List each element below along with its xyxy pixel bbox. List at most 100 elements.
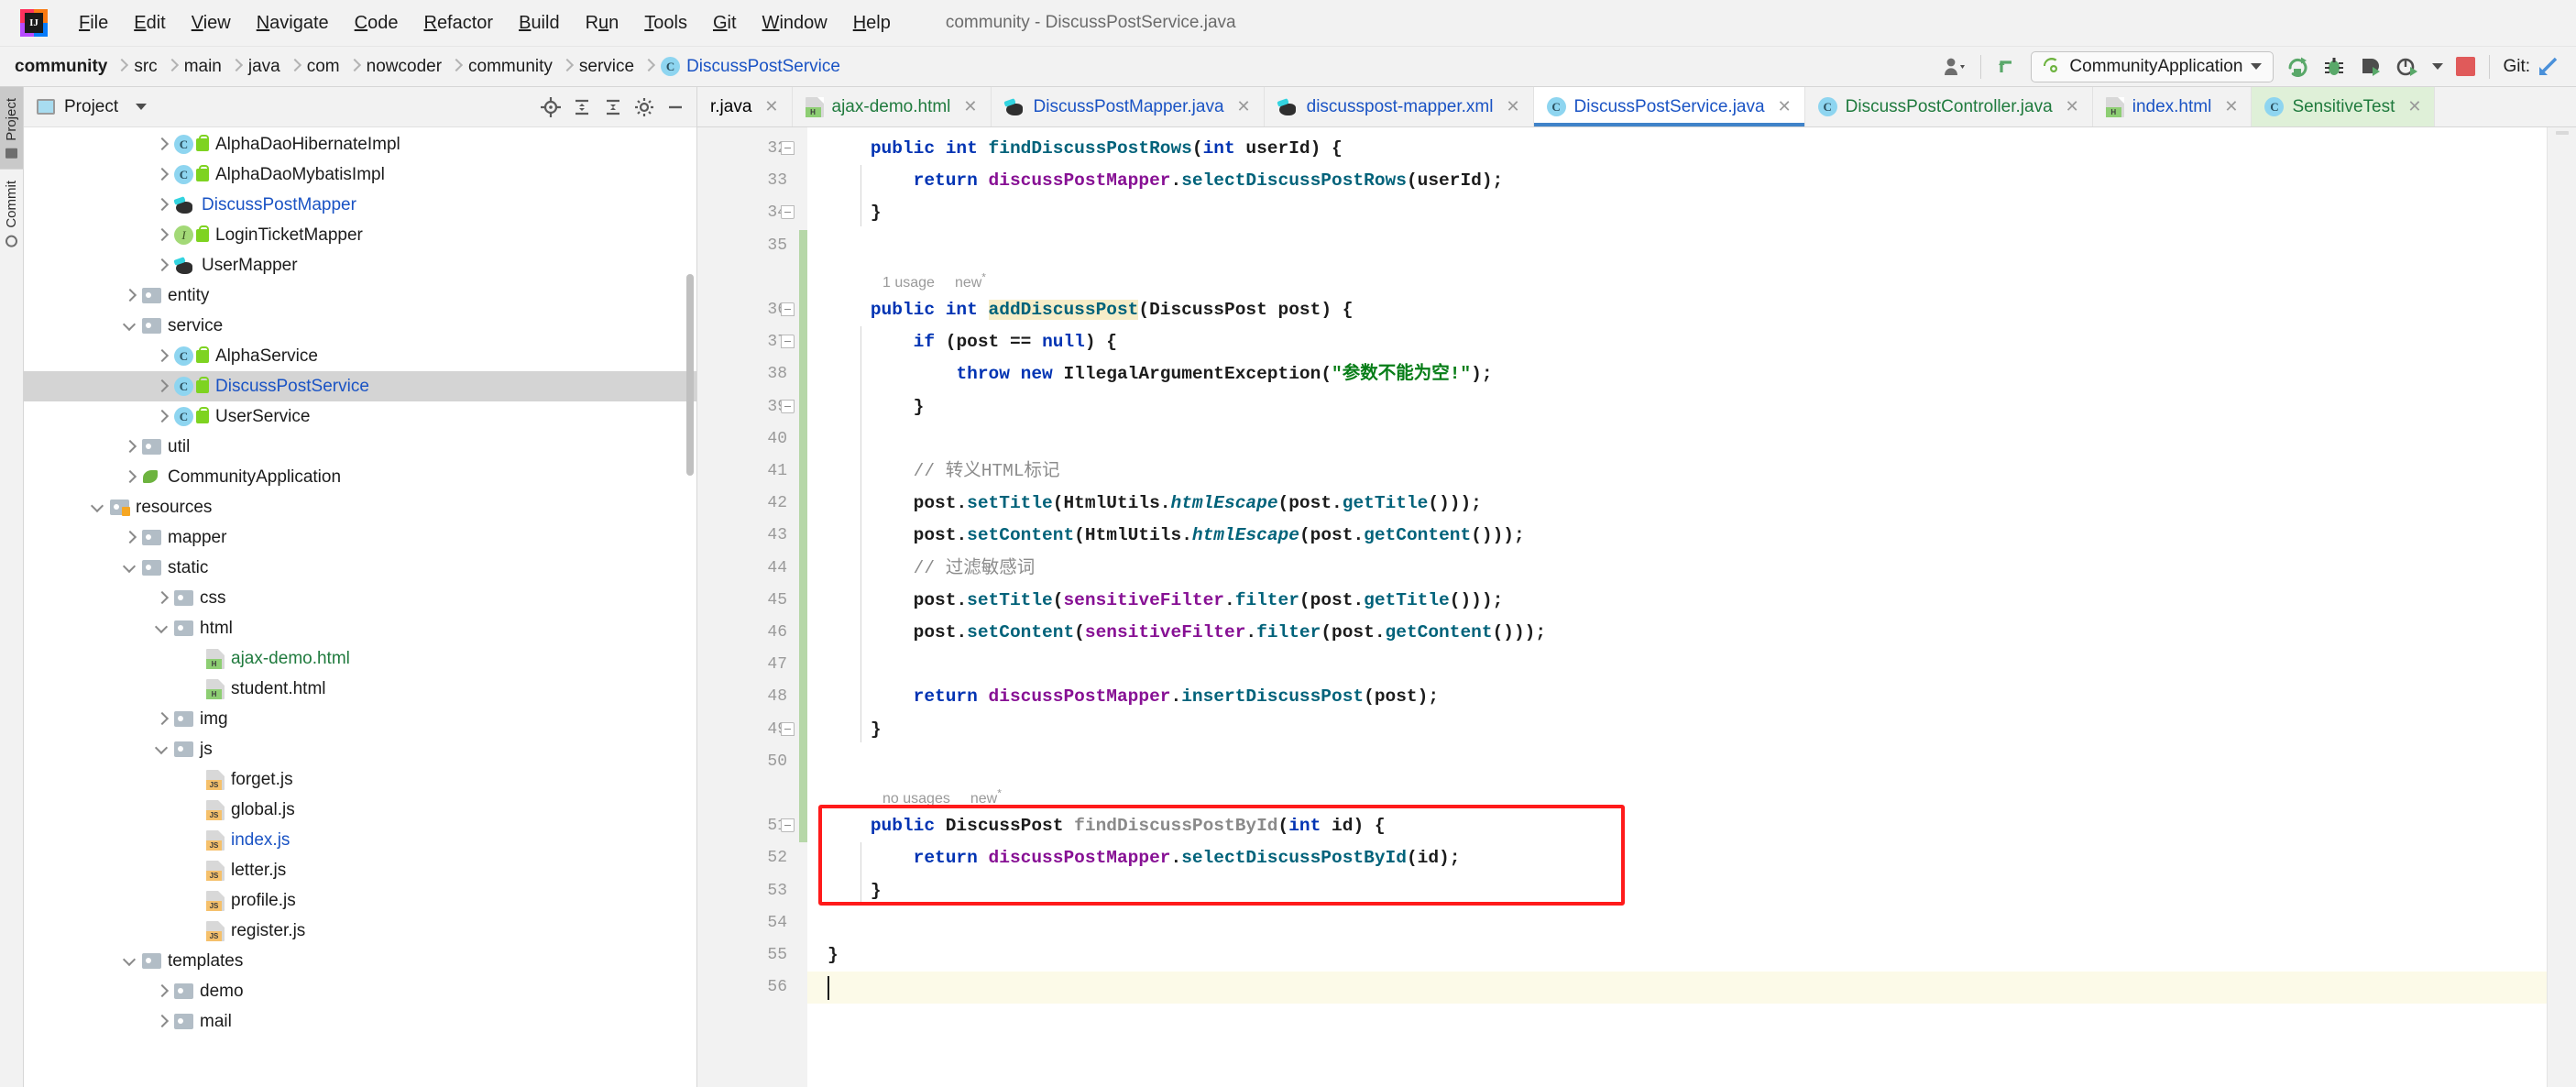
tree-item[interactable]: mail	[24, 1006, 696, 1037]
editor-tab[interactable]: C DiscussPostController.java ✕	[1805, 87, 2093, 126]
line-number[interactable]: 50	[697, 746, 807, 778]
debug-icon[interactable]	[2316, 51, 2352, 82]
line-number[interactable]: 41	[697, 456, 807, 488]
breadcrumb-item-community[interactable]: community	[9, 55, 115, 79]
line-number[interactable]: 55	[697, 939, 807, 972]
tree-item[interactable]: entity	[24, 280, 696, 311]
tree-item[interactable]: I LoginTicketMapper	[24, 220, 696, 250]
line-number[interactable]: 40	[697, 423, 807, 456]
code-editor[interactable]: public int findDiscussPostRows(int userI…	[807, 127, 2547, 1087]
project-tree-scrollbar[interactable]	[686, 274, 694, 476]
editor-tab[interactable]: r.java ✕	[697, 87, 793, 126]
code-line[interactable]: public int findDiscussPostRows(int userI…	[807, 133, 2547, 165]
editor-tab[interactable]: DiscussPostMapper.java ✕	[992, 87, 1265, 126]
code-line[interactable]: // 转义HTML标记	[807, 456, 2547, 488]
tree-item[interactable]: Hstudent.html	[24, 674, 696, 704]
tree-item[interactable]: C DiscussPostService	[24, 371, 696, 401]
tree-item[interactable]: JS index.js	[24, 825, 696, 855]
code-line[interactable]	[807, 649, 2547, 681]
tree-item[interactable]: mapper	[24, 522, 696, 553]
close-icon[interactable]: ✕	[1235, 97, 1253, 116]
code-fold-marker[interactable]	[781, 205, 795, 220]
code-line[interactable]: }	[807, 391, 2547, 423]
tree-item[interactable]: Hajax-demo.html	[24, 643, 696, 674]
code-line[interactable]: return discussPostMapper.insertDiscussPo…	[807, 681, 2547, 713]
chevron-down-icon[interactable]	[120, 316, 140, 336]
code-fold-marker[interactable]	[781, 335, 795, 349]
tree-item[interactable]: JS profile.js	[24, 885, 696, 916]
code-line[interactable]: }	[807, 939, 2547, 972]
code-line[interactable]: }	[807, 875, 2547, 907]
code-line[interactable]: if (post == null) {	[807, 326, 2547, 358]
editor-markup-rail[interactable]	[2547, 127, 2576, 1087]
chevron-down-icon[interactable]	[152, 740, 172, 760]
inlay-hint-row[interactable]: 1 usage new*	[807, 262, 2547, 294]
code-fold-marker[interactable]	[781, 399, 795, 413]
hide-panel-icon[interactable]	[662, 93, 689, 121]
chevron-right-icon[interactable]	[152, 195, 172, 215]
breadcrumb-item-main[interactable]: main	[179, 55, 229, 79]
menu-item-run[interactable]: Run	[573, 9, 632, 38]
chevron-right-icon[interactable]	[152, 1012, 172, 1032]
tree-item[interactable]: UserMapper	[24, 250, 696, 280]
new-hint[interactable]: new*	[970, 787, 1002, 807]
code-line[interactable]	[807, 230, 2547, 262]
close-icon[interactable]: ✕	[762, 97, 780, 116]
breadcrumb-item-com[interactable]: com	[301, 55, 347, 79]
tree-item[interactable]: css	[24, 583, 696, 613]
line-number[interactable]: 44	[697, 553, 807, 585]
breadcrumb-item-src[interactable]: src	[128, 55, 164, 79]
chevron-right-icon[interactable]	[152, 256, 172, 276]
profiler-dropdown-icon[interactable]	[2426, 51, 2450, 82]
tree-item[interactable]: JS register.js	[24, 916, 696, 946]
code-line[interactable]: return discussPostMapper.selectDiscussPo…	[807, 842, 2547, 874]
chevron-right-icon[interactable]	[152, 346, 172, 367]
line-number[interactable]: 47	[697, 649, 807, 681]
chevron-right-icon[interactable]	[152, 407, 172, 427]
tree-item[interactable]: JS forget.js	[24, 764, 696, 795]
tree-item[interactable]: resources	[24, 492, 696, 522]
editor-tab[interactable]: C SensitiveTest ✕	[2252, 87, 2436, 126]
vcs-change-marker[interactable]	[799, 229, 807, 843]
tree-item[interactable]: js	[24, 734, 696, 764]
line-number[interactable]: 52	[697, 842, 807, 874]
usage-hint[interactable]: no usages	[882, 791, 950, 807]
code-fold-marker[interactable]	[781, 721, 795, 736]
editor-gutter[interactable]: 32 33 34 35 36 37 38 39 40 41 42 43 44 45 46 47 48 49 50 51…	[697, 127, 807, 1087]
chevron-right-icon[interactable]	[152, 225, 172, 246]
tree-item[interactable]: C AlphaDaoHibernateImpl	[24, 129, 696, 159]
code-line[interactable]: post.setTitle(sensitiveFilter.filter(pos…	[807, 585, 2547, 617]
line-number[interactable]: 33	[697, 165, 807, 197]
line-number[interactable]: 35	[697, 230, 807, 262]
code-line[interactable]: public DiscussPost findDiscussPostById(i…	[807, 810, 2547, 842]
code-line[interactable]	[807, 746, 2547, 778]
chevron-right-icon[interactable]	[120, 437, 140, 457]
chevron-right-icon[interactable]	[152, 135, 172, 155]
code-line[interactable]: }	[807, 197, 2547, 229]
menu-item-git[interactable]: Git	[700, 9, 750, 38]
collapse-all-icon[interactable]	[599, 93, 627, 121]
chevron-right-icon[interactable]	[152, 982, 172, 1002]
rerun-icon[interactable]	[2279, 51, 2316, 82]
close-icon[interactable]: ✕	[2406, 97, 2423, 116]
line-number[interactable]: 45	[697, 585, 807, 617]
line-number[interactable]: 56	[697, 972, 807, 1004]
chevron-right-icon[interactable]	[120, 528, 140, 548]
run-configuration-selector[interactable]: CommunityApplication	[2031, 50, 2275, 82]
chevron-down-icon[interactable]	[120, 558, 140, 578]
line-number[interactable]: 53	[697, 875, 807, 907]
code-line[interactable]: return discussPostMapper.selectDiscussPo…	[807, 165, 2547, 197]
project-tree[interactable]: C AlphaDaoHibernateImpl C AlphaDaoMybatisIm…	[24, 127, 696, 1087]
toolwindow-button-commit[interactable]: Commit	[0, 170, 23, 258]
code-fold-marker[interactable]	[781, 818, 795, 833]
code-line[interactable]: // 过滤敏感词	[807, 553, 2547, 585]
close-icon[interactable]: ✕	[1504, 97, 1521, 116]
chevron-down-icon[interactable]	[127, 93, 155, 121]
menu-item-edit[interactable]: Edit	[121, 9, 178, 38]
tree-item[interactable]: JS global.js	[24, 795, 696, 825]
breadcrumb-item-java[interactable]: java	[243, 55, 288, 79]
breadcrumb-item-service[interactable]: service	[574, 55, 641, 79]
git-update-project-icon[interactable]	[2530, 51, 2567, 82]
chevron-right-icon[interactable]	[152, 588, 172, 609]
code-line[interactable]: post.setContent(HtmlUtils.htmlEscape(pos…	[807, 520, 2547, 552]
